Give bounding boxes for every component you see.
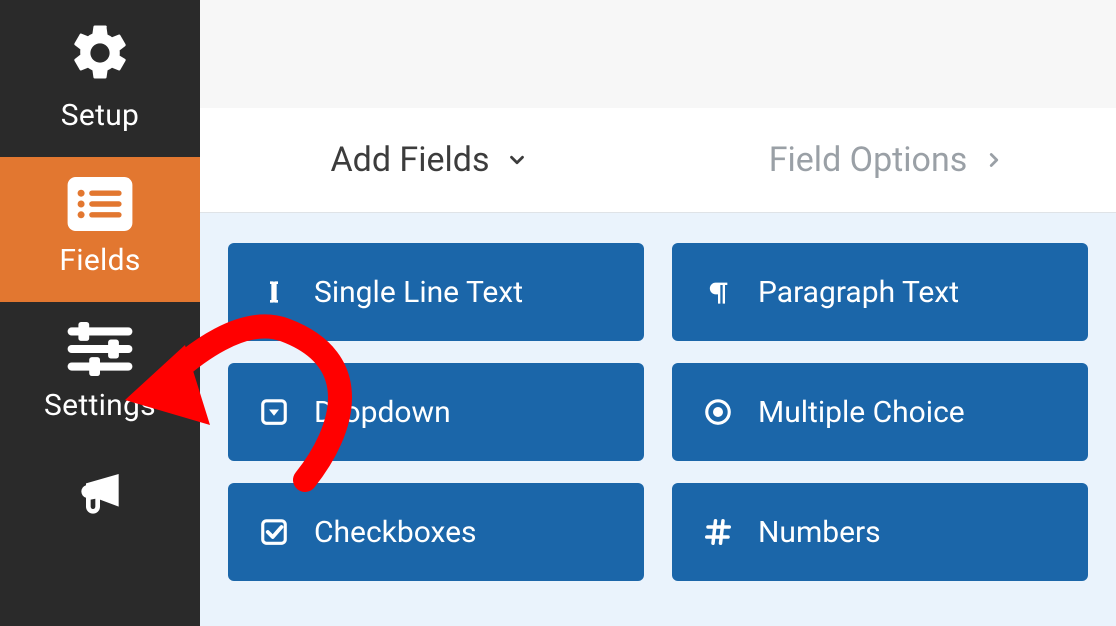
field-checkboxes[interactable]: Checkboxes bbox=[228, 483, 644, 581]
field-dropdown[interactable]: Dropdown bbox=[228, 363, 644, 461]
sliders-icon bbox=[67, 322, 133, 376]
tab-add-fields[interactable]: Add Fields bbox=[200, 108, 658, 212]
fields-panel: Add Fields Field Options Single Line Tex… bbox=[200, 108, 1116, 626]
tab-label-field-options: Field Options bbox=[769, 140, 968, 180]
sidebar-item-fields[interactable]: Fields bbox=[0, 157, 200, 302]
list-icon bbox=[67, 177, 133, 231]
field-numbers[interactable]: Numbers bbox=[672, 483, 1088, 581]
text-cursor-icon bbox=[256, 276, 292, 308]
field-label: Paragraph Text bbox=[758, 275, 959, 310]
sidebar-label-fields: Fields bbox=[59, 243, 140, 278]
chevron-right-icon bbox=[983, 149, 1005, 171]
field-label: Single Line Text bbox=[314, 275, 523, 310]
field-multiple-choice[interactable]: Multiple Choice bbox=[672, 363, 1088, 461]
hash-icon bbox=[700, 517, 736, 547]
sidebar: Setup Fields Settings bbox=[0, 0, 200, 626]
field-label: Checkboxes bbox=[314, 515, 477, 550]
checkbox-icon bbox=[256, 517, 292, 547]
topbar bbox=[200, 0, 1116, 108]
sidebar-item-settings[interactable]: Settings bbox=[0, 302, 200, 447]
paragraph-icon bbox=[700, 277, 736, 307]
field-label: Multiple Choice bbox=[758, 395, 965, 430]
field-label: Dropdown bbox=[314, 395, 451, 430]
tab-field-options[interactable]: Field Options bbox=[658, 108, 1116, 212]
radio-icon bbox=[700, 397, 736, 427]
field-label: Numbers bbox=[758, 515, 881, 550]
field-single-line-text[interactable]: Single Line Text bbox=[228, 243, 644, 341]
sidebar-item-setup[interactable]: Setup bbox=[0, 0, 200, 157]
panel-tabs: Add Fields Field Options bbox=[200, 108, 1116, 213]
chevron-down-icon bbox=[506, 149, 528, 171]
sidebar-label-settings: Settings bbox=[44, 388, 156, 423]
sidebar-label-setup: Setup bbox=[61, 98, 139, 133]
bullhorn-icon bbox=[67, 467, 133, 523]
gear-icon bbox=[67, 20, 133, 86]
fields-grid: Single Line Text Paragraph Text Dropdown… bbox=[200, 213, 1116, 581]
field-paragraph-text[interactable]: Paragraph Text bbox=[672, 243, 1088, 341]
sidebar-item-marketing[interactable] bbox=[0, 447, 200, 531]
tab-label-add-fields: Add Fields bbox=[330, 140, 489, 180]
dropdown-icon bbox=[256, 397, 292, 427]
main-panel: Add Fields Field Options Single Line Tex… bbox=[200, 0, 1116, 626]
